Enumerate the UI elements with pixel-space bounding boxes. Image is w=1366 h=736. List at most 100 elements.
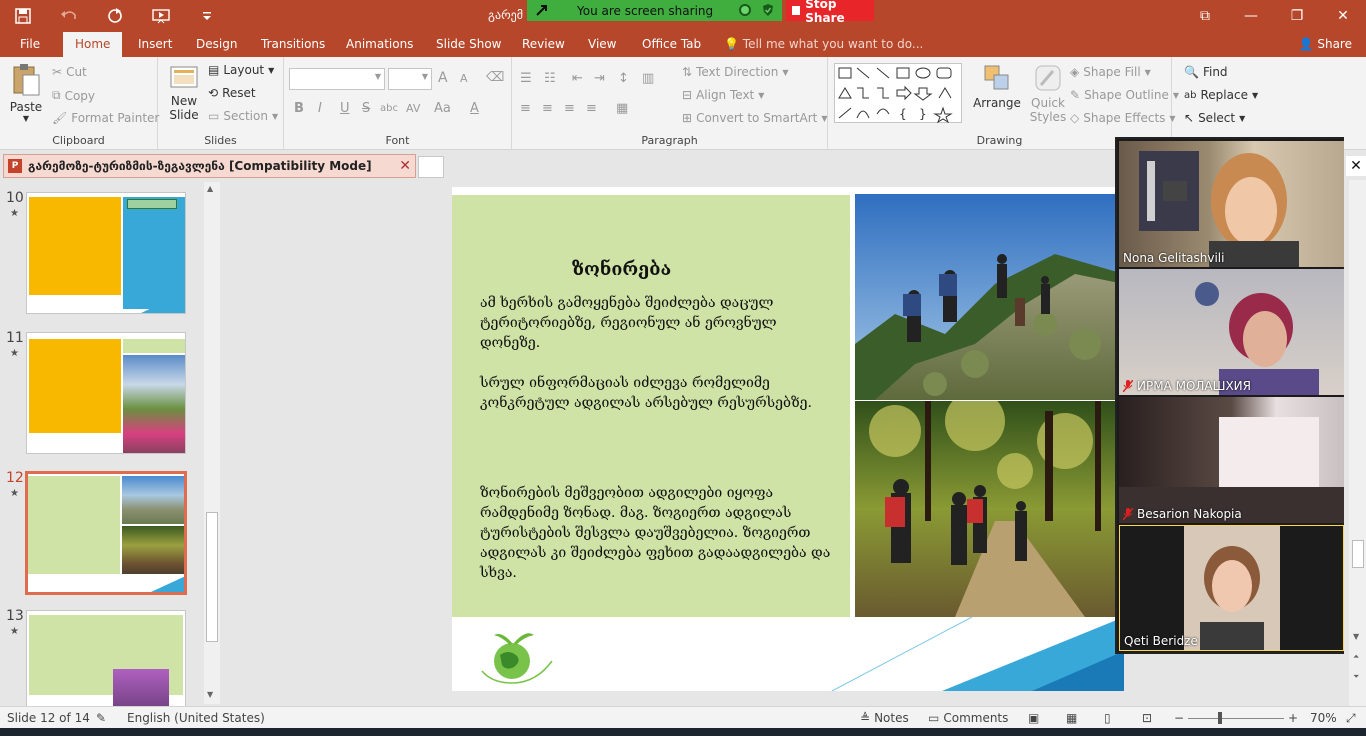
participant-tile[interactable]: ИРМА МОЛАШХИЯ (1119, 269, 1344, 395)
redo-icon[interactable] (102, 5, 128, 27)
zoom-out-icon[interactable]: − (1174, 711, 1184, 725)
ribbon-display-options-icon[interactable]: ⧉ (1182, 0, 1228, 32)
character-spacing-button[interactable]: AV (406, 102, 420, 115)
slide-paragraph-1[interactable]: ამ ხერხის გამოყენება შეიძლება დაცულ ტერი… (480, 293, 840, 353)
undo-icon[interactable] (56, 5, 82, 27)
layout-button[interactable]: ▤ Layout ▼ (208, 63, 274, 77)
tab-transitions[interactable]: Transitions (261, 37, 325, 51)
slide-scrollbar[interactable]: ▼ ⏶ ⏷ (1349, 180, 1366, 706)
normal-view-icon[interactable]: ▣ (1028, 711, 1039, 725)
close-tab-icon[interactable]: ✕ (399, 158, 411, 174)
underline-button[interactable]: U (340, 101, 350, 116)
slide-scroll-thumb[interactable] (1352, 540, 1364, 568)
tab-review[interactable]: Review (522, 37, 565, 51)
shrink-font-button[interactable]: A (460, 72, 468, 85)
participant-tile[interactable]: Nona Gelitashvili (1119, 141, 1344, 267)
slide-info[interactable]: Slide 12 of 14 (7, 711, 90, 725)
participant-tile[interactable]: Besarion Nakopia (1119, 397, 1344, 523)
line-spacing-icon[interactable]: ↕ (618, 71, 629, 86)
fit-slide-icon[interactable]: ⤢ (1346, 711, 1356, 726)
align-center-icon[interactable]: ≡ (542, 101, 553, 116)
share-status-dot-icon[interactable] (739, 4, 751, 16)
stop-share-button[interactable]: Stop Share (786, 0, 874, 25)
tell-me-box[interactable]: 💡 Tell me what you want to do... (724, 37, 923, 51)
strikethrough-button[interactable]: S (362, 101, 370, 116)
tab-view[interactable]: View (588, 37, 616, 51)
slide-paragraph-3[interactable]: ზონირების მეშვეობით ადგილები იყოფა რამდე… (480, 483, 840, 583)
tab-insert[interactable]: Insert (138, 37, 172, 51)
shield-icon[interactable] (762, 3, 774, 20)
reading-view-icon[interactable]: ▯ (1104, 711, 1111, 725)
slide-thumbnail-11[interactable] (26, 332, 186, 454)
maximize-button[interactable]: ❐ (1274, 0, 1320, 32)
thumbnail-scrollbar[interactable]: ▲ ▼ (204, 182, 220, 704)
columns-icon[interactable]: ▥ (642, 71, 654, 86)
close-button[interactable]: ✕ (1320, 0, 1366, 32)
share-button[interactable]: 👤 Share (1299, 37, 1352, 51)
align-text-button[interactable]: ⊟ Align Text ▼ (682, 88, 764, 102)
shape-outline-button[interactable]: ✎ Shape Outline ▼ (1070, 88, 1179, 102)
convert-smartart-button[interactable]: ⊞ Convert to SmartArt ▼ (682, 111, 828, 125)
customize-toolbar-icon[interactable] (194, 5, 220, 27)
column-align-icon[interactable]: ▦ (616, 101, 628, 116)
justify-icon[interactable]: ≡ (586, 101, 597, 116)
section-button[interactable]: ▭ Section ▼ (208, 109, 278, 123)
slide-title[interactable]: ზონირება (572, 259, 671, 280)
new-tab-button[interactable] (418, 156, 444, 178)
slide-thumbnail-10[interactable] (26, 192, 186, 314)
scroll-down-icon[interactable]: ▼ (207, 690, 213, 699)
slide-sorter-icon[interactable]: ▦ (1066, 711, 1077, 725)
font-size-combo[interactable]: ▼ (388, 68, 432, 90)
shape-effects-button[interactable]: ◇ Shape Effects ▼ (1070, 111, 1176, 125)
slide-thumbnail-13[interactable] (26, 610, 186, 706)
tab-animations[interactable]: Animations (346, 37, 413, 51)
language-indicator[interactable]: English (United States) (127, 711, 265, 725)
participant-tile[interactable]: Qeti Beridze (1119, 525, 1344, 651)
zoom-level[interactable]: 70% (1310, 711, 1337, 725)
next-slide-icon[interactable]: ⏷ (1353, 672, 1359, 682)
arrange-button[interactable]: Arrange (973, 63, 1021, 110)
current-slide[interactable]: ზონირება ამ ხერხის გამოყენება შეიძლება დ… (452, 187, 1124, 691)
increase-indent-icon[interactable]: ⇥ (594, 71, 605, 86)
zoom-slider[interactable] (1188, 712, 1284, 724)
select-button[interactable]: ↖ Select ▼ (1184, 111, 1245, 125)
previous-slide-icon[interactable]: ⏶ (1353, 652, 1359, 662)
tab-office-tab[interactable]: Office Tab (642, 37, 701, 51)
clear-formatting-icon[interactable]: ⌫ (486, 70, 504, 85)
notes-button[interactable]: ≜ Notes (860, 711, 909, 725)
tab-file[interactable]: File (20, 37, 40, 51)
change-case-button[interactable]: Aa (434, 101, 451, 116)
start-from-beginning-icon[interactable] (148, 5, 174, 27)
scroll-up-icon[interactable]: ▲ (207, 184, 213, 193)
bold-button[interactable]: B (294, 101, 304, 116)
cut-button[interactable]: ✂ Cut (52, 65, 87, 79)
new-slide-button[interactable]: New Slide (164, 63, 204, 122)
decrease-indent-icon[interactable]: ⇤ (572, 71, 583, 86)
quick-styles-button[interactable]: Quick Styles (1026, 63, 1070, 124)
minimize-button[interactable]: — (1228, 0, 1274, 32)
save-icon[interactable] (10, 5, 36, 27)
slide-thumbnail-12[interactable] (25, 471, 187, 595)
comments-button[interactable]: ▭ Comments (928, 711, 1008, 725)
reset-button[interactable]: ⟲ Reset (208, 86, 256, 100)
align-left-icon[interactable]: ≡ (520, 101, 531, 116)
format-painter-button[interactable]: 🖌 Format Painter (52, 111, 159, 125)
grow-font-button[interactable]: A (438, 70, 448, 86)
tab-home[interactable]: Home (63, 32, 123, 57)
tab-slide-show[interactable]: Slide Show (436, 37, 501, 51)
thumbnail-scroll-thumb[interactable] (206, 512, 218, 642)
numbering-icon[interactable]: ☷ (544, 71, 556, 86)
text-direction-button[interactable]: ⇅ Text Direction ▼ (682, 65, 789, 79)
align-right-icon[interactable]: ≡ (564, 101, 575, 116)
slide-paragraph-2[interactable]: სრულ ინფორმაციას იძლევა რომელიმე კონკრეტ… (480, 373, 840, 413)
spelling-icon[interactable]: ✎ (96, 711, 106, 725)
zoom-in-icon[interactable]: + (1288, 711, 1298, 725)
replace-button[interactable]: ab Replace ▼ (1184, 88, 1258, 102)
copy-button[interactable]: ⧉ Copy (52, 88, 95, 103)
hikers-forest-trail-image[interactable] (855, 401, 1124, 617)
paste-button[interactable]: Paste ▼ (8, 63, 44, 123)
close-participants-icon[interactable]: ✕ (1346, 156, 1366, 176)
shape-fill-button[interactable]: ◈ Shape Fill ▼ (1070, 65, 1151, 79)
shapes-gallery[interactable]: {} (834, 63, 962, 124)
font-color-icon[interactable]: A (470, 101, 479, 116)
